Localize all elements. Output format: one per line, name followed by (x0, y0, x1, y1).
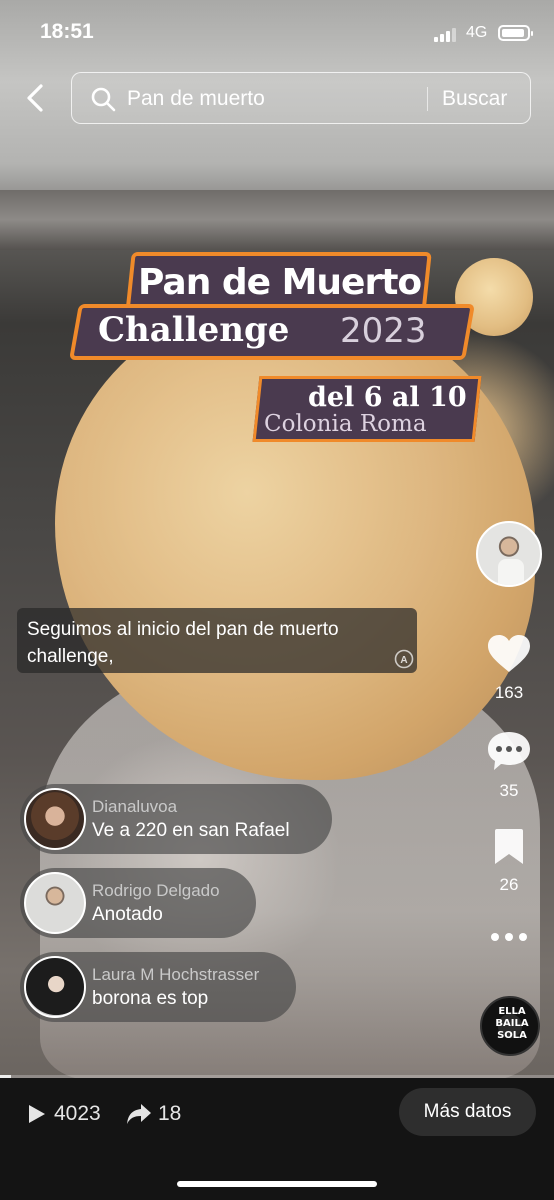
status-bar: 18:51 4G (0, 0, 554, 64)
status-time: 18:51 (40, 20, 94, 43)
search-icon (91, 87, 116, 112)
search-input[interactable]: Pan de muerto (127, 87, 265, 111)
commenter-name: Dianaluvoa (92, 797, 178, 816)
signal-icon (434, 28, 456, 42)
banner-subtitle: Challenge (98, 310, 290, 350)
comment-item[interactable]: Laura M Hochstrasser borona es top (20, 952, 296, 1022)
video-caption: Seguimos al inicio del pan de muerto cha… (17, 608, 417, 673)
search-button[interactable]: Buscar (442, 87, 507, 111)
share-arrow-icon (127, 1104, 151, 1124)
video-background-ledge (0, 190, 554, 250)
more-dots-icon (491, 933, 527, 941)
video-title-banner: Pan de Muerto Challenge 2023 del 6 al 10… (68, 248, 488, 448)
comment-text: Anotado (92, 904, 163, 925)
shares-count: 18 (158, 1102, 182, 1125)
sound-disc[interactable]: ELLA BAILA SOLA (480, 996, 540, 1056)
commenter-name: Rodrigo Delgado (92, 881, 220, 900)
banner-dates: del 6 al 10 (308, 382, 467, 413)
translate-icon[interactable]: A (393, 648, 415, 670)
comment-button[interactable]: 35 (474, 730, 544, 801)
more-options-button[interactable] (474, 930, 544, 948)
svg-text:A: A (400, 655, 407, 666)
banner-year: 2023 (340, 311, 427, 351)
shares-counter[interactable]: 18 (126, 1102, 181, 1126)
back-arrow-icon (27, 84, 43, 112)
banner-title: Pan de Muerto (138, 262, 422, 303)
comment-item[interactable]: Dianaluvoa Ve a 220 en san Rafael (20, 784, 332, 854)
search-bar[interactable]: Pan de muerto Buscar (71, 72, 531, 124)
commenter-name: Laura M Hochstrasser (92, 965, 260, 984)
play-icon (29, 1105, 45, 1123)
bookmark-count: 26 (499, 875, 519, 894)
views-counter: 4023 (28, 1102, 101, 1126)
comment-text: borona es top (92, 988, 209, 1009)
bookmark-icon (495, 829, 523, 864)
commenter-avatar[interactable] (24, 788, 86, 850)
sound-label: ELLA BAILA SOLA (495, 1006, 529, 1041)
search-divider (427, 87, 428, 111)
banner-location: Colonia Roma (264, 411, 427, 437)
network-label: 4G (466, 24, 488, 41)
views-count: 4023 (54, 1102, 101, 1125)
home-indicator[interactable] (177, 1181, 377, 1187)
back-button[interactable] (18, 78, 52, 118)
battery-icon (498, 25, 533, 41)
more-info-button[interactable]: Más datos (399, 1088, 536, 1136)
creator-avatar[interactable] (476, 521, 542, 587)
commenter-avatar[interactable] (24, 956, 86, 1018)
caption-text: Seguimos al inicio del pan de muerto cha… (27, 619, 339, 667)
commenter-avatar[interactable] (24, 872, 86, 934)
comment-count: 35 (499, 781, 519, 800)
like-count: 163 (494, 683, 524, 702)
comment-icon (488, 732, 530, 770)
comment-text: Ve a 220 en san Rafael (92, 820, 290, 841)
bookmark-button[interactable]: 26 (474, 828, 544, 895)
like-button[interactable]: 163 (474, 634, 544, 703)
heart-icon (488, 635, 530, 672)
comment-item[interactable]: Rodrigo Delgado Anotado (20, 868, 256, 938)
